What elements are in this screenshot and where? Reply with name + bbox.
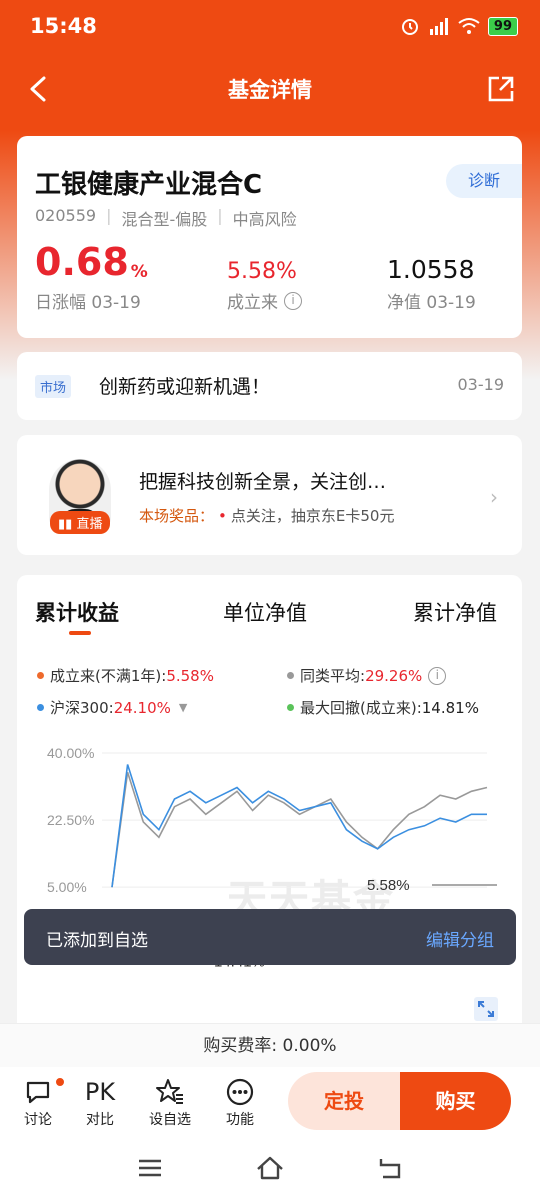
performance-chart-card: 累计收益 单位净值 累计净值 成立来(不满1年): 5.58% 同类平均: 29… xyxy=(17,575,522,1035)
add-watchlist-label: 设自选 xyxy=(149,1112,191,1128)
live-stream-card[interactable]: ▮▮ 直播 把握科技创新全景，关注创… 本场奖品： • 点关注，抽京东E卡50元 › xyxy=(17,435,522,555)
series-line xyxy=(111,764,487,888)
since-inception-stat: 5.58% 成立来 i xyxy=(227,246,302,313)
edit-group-button[interactable]: 编辑分组 xyxy=(426,926,494,951)
discussion-label: 讨论 xyxy=(24,1112,52,1128)
status-time: 15:48 xyxy=(30,14,97,38)
prize-label: 本场奖品： xyxy=(139,507,215,525)
toast: 已添加到自选 编辑分组 xyxy=(24,909,516,965)
live-title: 把握科技创新全景，关注创… xyxy=(139,471,387,493)
star-icon xyxy=(156,1079,183,1104)
more-icon xyxy=(226,1078,254,1106)
market-news-card[interactable]: 市场 创新药或迎新机遇！ 03-19 xyxy=(17,352,522,420)
news-title: 创新药或迎新机遇！ xyxy=(99,376,271,398)
live-badge-label: 直播 xyxy=(76,517,103,532)
system-nav-bar xyxy=(0,1139,540,1200)
nav-label: 净值 03-19 xyxy=(387,293,476,313)
prize-text: 点关注，抽京东E卡50元 xyxy=(230,507,395,525)
chat-icon xyxy=(26,1081,50,1104)
chart-annotation: 5.58% xyxy=(367,877,410,894)
tag-separator: | xyxy=(106,206,112,225)
daily-change-unit: % xyxy=(130,262,148,282)
menu-icon[interactable] xyxy=(135,1153,165,1183)
battery-indicator: 99 xyxy=(487,16,518,36)
status-icons: 99 xyxy=(400,16,518,36)
back-nav-icon[interactable] xyxy=(375,1153,405,1183)
y-tick-label: 40.00% xyxy=(47,745,94,761)
navbar: 基金详情 xyxy=(0,60,540,118)
fund-name: 工银健康产业混合C xyxy=(35,170,263,200)
expand-icon[interactable] xyxy=(474,997,498,1021)
page-title: 基金详情 xyxy=(228,78,312,102)
live-prize: 本场奖品： • 点关注，抽京东E卡50元 xyxy=(139,505,394,526)
fund-tags: 020559 | 混合型-偏股 | 中高风险 xyxy=(35,206,297,230)
since-inception-label: 成立来 xyxy=(227,293,278,313)
tag-separator: | xyxy=(217,206,223,225)
wifi-icon xyxy=(458,18,480,34)
pk-icon: PK xyxy=(84,1078,116,1106)
diagnose-button[interactable]: 诊断 xyxy=(446,164,522,198)
bottom-action-bar: 讨论 PK 对比 设自选 功能 定投 购买 xyxy=(0,1067,540,1139)
notification-dot xyxy=(54,1076,66,1088)
fund-summary-card: 工银健康产业混合C 诊断 020559 | 混合型-偏股 | 中高风险 0.68… xyxy=(17,136,522,338)
y-tick-label: 5.00% xyxy=(47,879,87,895)
market-tag: 市场 xyxy=(35,375,72,398)
purchase-fee: 购买费率: 0.00% xyxy=(0,1023,540,1067)
since-inception-value: 5.58% xyxy=(227,259,297,284)
prize-dot: • xyxy=(218,507,227,525)
share-icon[interactable] xyxy=(484,72,518,106)
add-watchlist-button[interactable]: 设自选 xyxy=(144,1075,196,1129)
live-bars-icon: ▮▮ xyxy=(58,517,77,532)
daily-change-stat: 0.68% 日涨幅 03-19 xyxy=(35,240,148,313)
fund-risk: 中高风险 xyxy=(232,210,297,229)
toast-message: 已添加到自选 xyxy=(46,931,148,951)
discussion-button[interactable]: 讨论 xyxy=(12,1075,66,1129)
fund-code: 020559 xyxy=(35,206,97,225)
more-functions-button[interactable]: 功能 xyxy=(214,1075,266,1129)
line-chart: 40.00%22.50%5.00%-12.50%5.58%-14.41% xyxy=(47,745,497,971)
y-tick-label: 22.50% xyxy=(47,812,94,828)
alarm-icon xyxy=(401,19,418,35)
auto-invest-button[interactable]: 定投 xyxy=(288,1072,400,1130)
buy-button[interactable]: 购买 xyxy=(400,1072,511,1130)
signal-icon xyxy=(429,18,448,35)
daily-change-label: 日涨幅 03-19 xyxy=(35,293,141,313)
more-functions-label: 功能 xyxy=(226,1112,254,1128)
info-icon[interactable]: i xyxy=(284,291,302,310)
daily-change-number: 0.68 xyxy=(35,240,129,284)
nav-value: 1.0558 xyxy=(387,255,475,284)
nav-stat: 1.0558 净值 03-19 xyxy=(387,246,476,313)
live-badge: ▮▮ 直播 xyxy=(50,511,111,534)
series-line xyxy=(111,771,488,888)
home-icon[interactable] xyxy=(255,1153,285,1183)
fund-type: 混合型-偏股 xyxy=(121,210,208,229)
compare-button[interactable]: PK 对比 xyxy=(74,1075,126,1129)
since-inception-label-row: 成立来 i xyxy=(227,288,302,313)
news-date: 03-19 xyxy=(457,375,505,394)
chevron-right-icon: › xyxy=(490,485,498,509)
daily-change-value: 0.68% xyxy=(35,240,148,284)
compare-label: 对比 xyxy=(86,1112,114,1128)
status-bar: 15:48 99 xyxy=(0,0,540,56)
